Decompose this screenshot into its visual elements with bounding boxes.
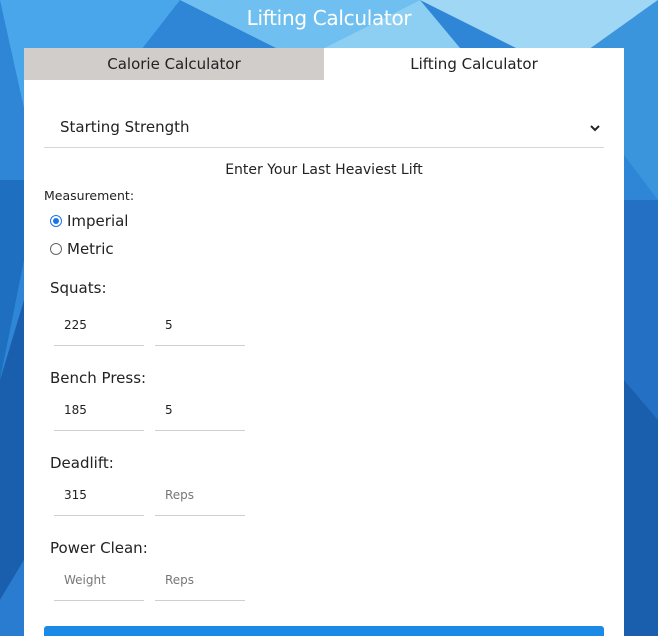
radio-metric-label: Metric [67,240,114,258]
bench-press-label: Bench Press: [50,369,147,387]
bench-press-weight-input[interactable]: 185 [54,391,144,431]
tab-calorie-calculator[interactable]: Calorie Calculator [24,48,324,80]
tab-lifting-calculator[interactable]: Lifting Calculator [324,48,624,80]
chevron-down-icon [588,120,602,134]
program-select[interactable]: Starting Strength [44,106,604,148]
deadlift-weight-input[interactable]: 315 [54,476,144,516]
radio-selected-icon[interactable] [50,215,62,227]
radio-imperial[interactable]: Imperial [50,212,128,230]
form-subtitle: Enter Your Last Heaviest Lift [225,162,423,178]
measurement-label: Measurement: [44,188,135,203]
squats-label: Squats: [50,279,107,297]
page-title: Lifting Calculator [246,6,412,30]
power-clean-reps-input[interactable]: Reps [155,561,245,601]
tab-bar: Calorie Calculator Lifting Calculator [24,48,624,80]
radio-imperial-label: Imperial [67,212,129,230]
calculate-button[interactable] [44,626,604,636]
squats-reps-input[interactable]: 5 [155,306,245,346]
radio-unselected-icon[interactable] [50,243,62,255]
bench-press-reps-input[interactable]: 5 [155,391,245,431]
calculator-card: Calorie Calculator Lifting Calculator St… [24,48,624,636]
squats-weight-input[interactable]: 225 [54,306,144,346]
power-clean-label: Power Clean: [50,539,148,557]
deadlift-reps-input[interactable]: Reps [155,476,245,516]
deadlift-label: Deadlift: [50,454,114,472]
radio-metric[interactable]: Metric [50,240,114,258]
power-clean-weight-input[interactable]: Weight [54,561,144,601]
program-select-value: Starting Strength [60,117,190,136]
